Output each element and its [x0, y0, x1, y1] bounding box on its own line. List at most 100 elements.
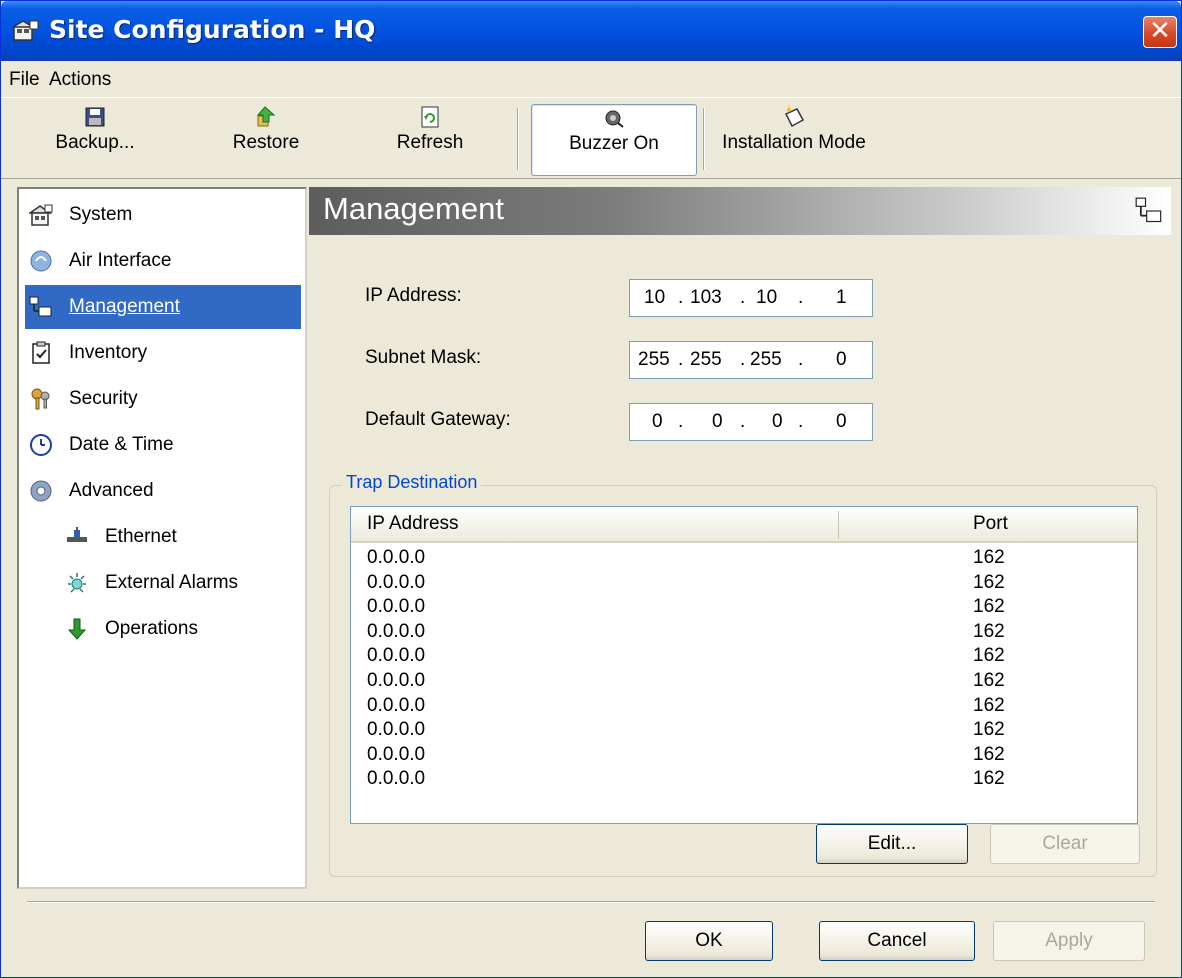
table-row[interactable]: 0.0.0.0 162 [351, 695, 1137, 720]
octet-separator: . [740, 287, 746, 308]
octet-separator: . [798, 349, 804, 370]
title-bar[interactable]: Site Configuration - HQ ✕ [1, 1, 1181, 61]
subnet-mask-label: Subnet Mask: [365, 347, 482, 368]
section-banner: Management [309, 187, 1171, 235]
floppy-disk-icon [85, 107, 105, 127]
apply-button[interactable]: Apply [993, 921, 1145, 961]
security-keys-icon [31, 388, 50, 410]
nav-label: Inventory [69, 342, 148, 363]
trap-ip-address-cell: 0.0.0.0 [367, 596, 426, 618]
octet: 255 [750, 349, 782, 370]
trap-port-cell: 162 [973, 719, 1005, 741]
octet: 10 [756, 287, 778, 308]
nav-label: Air Interface [69, 250, 172, 271]
nav-item-date-time[interactable]: Date & Time [25, 423, 301, 467]
nav-item-security[interactable]: Security [25, 377, 301, 421]
restore-arrow-icon [256, 106, 276, 127]
trap-destination-legend: Trap Destination [342, 472, 482, 493]
nav-item-operations[interactable]: Operations [25, 607, 301, 651]
installation-mode-button[interactable]: Installation Mode [713, 104, 875, 176]
restore-button[interactable]: Restore [221, 104, 311, 176]
column-divider[interactable] [838, 511, 839, 539]
trap-ip-address-cell: 0.0.0.0 [367, 719, 426, 741]
nav-item-air-interface[interactable]: Air Interface [25, 239, 301, 283]
trap-ip-address-cell: 0.0.0.0 [367, 547, 426, 568]
management-icon [1135, 197, 1162, 223]
trap-port-cell: 162 [973, 620, 1005, 642]
site-configuration-window: Site Configuration - HQ ✕ File Actions B… [0, 0, 1182, 978]
octet: 255 [690, 349, 722, 370]
table-row[interactable]: 0.0.0.0 162 [351, 572, 1137, 597]
nav-item-inventory[interactable]: Inventory [25, 331, 301, 375]
octet-separator: . [740, 411, 746, 432]
alarm-icon [68, 573, 86, 593]
system-icon [29, 204, 53, 226]
nav-item-ethernet[interactable]: Ethernet [25, 515, 301, 559]
octet: 0 [712, 411, 723, 432]
trap-ip-address-cell: 0.0.0.0 [367, 768, 426, 790]
table-row[interactable]: 0.0.0.0 162 [351, 596, 1137, 621]
trap-port-cell: 162 [973, 645, 1005, 667]
nav-label: Security [69, 388, 138, 409]
close-button[interactable]: ✕ [1143, 16, 1177, 48]
table-row[interactable]: 0.0.0.0 162 [351, 670, 1137, 695]
installation-icon [784, 106, 805, 128]
trap-port-cell: 162 [973, 670, 1005, 691]
table-row[interactable]: 0.0.0.0 162 [351, 621, 1137, 646]
trap-ip-address-cell: 0.0.0.0 [367, 571, 426, 593]
table-row[interactable]: 0.0.0.0 162 [351, 768, 1137, 793]
installation-label: Installation Mode [722, 132, 866, 153]
table-row[interactable]: 0.0.0.0 162 [351, 719, 1137, 744]
trap-ip-address-cell: 0.0.0.0 [367, 694, 426, 716]
trap-port-cell: 162 [973, 547, 1005, 568]
list-header: IP Address Port [351, 507, 1137, 543]
trap-port-cell: 162 [973, 596, 1005, 618]
octet: 0 [836, 411, 847, 432]
ethernet-icon [67, 527, 87, 542]
nav-label: Management [69, 296, 180, 317]
ok-button[interactable]: OK [645, 921, 773, 961]
trap-port-cell: 162 [973, 571, 1005, 593]
buzzer-icon [605, 110, 624, 128]
clear-button[interactable]: Clear [990, 824, 1140, 864]
edit-button[interactable]: Edit... [816, 824, 968, 864]
octet: 103 [690, 287, 722, 308]
trap-port-cell: 162 [973, 743, 1005, 765]
navigation-tree: System Air Interface Management Inventor… [17, 187, 307, 889]
cancel-button[interactable]: Cancel [819, 921, 975, 961]
backup-button[interactable]: Backup... [45, 104, 145, 176]
trap-destination-list[interactable]: IP Address Port 0.0.0.0 162 0.0.0.0 162 0.0.… [350, 506, 1138, 824]
nav-item-management[interactable]: Management [25, 285, 301, 329]
octet-separator: . [678, 349, 684, 370]
trap-ip-address-cell: 0.0.0.0 [367, 670, 426, 691]
table-row[interactable]: 0.0.0.0 162 [351, 547, 1137, 572]
toolbar: Backup... Restore Refresh Buzzer On Inst… [1, 97, 1181, 179]
nav-item-system[interactable]: System [25, 193, 301, 237]
table-row[interactable]: 0.0.0.0 162 [351, 645, 1137, 670]
default-gateway-field[interactable]: 0 . 0 . 0 . 0 [629, 403, 873, 441]
restore-label: Restore [232, 132, 300, 153]
backup-label: Backup... [55, 132, 135, 153]
buzzer-on-button[interactable]: Buzzer On [531, 104, 697, 176]
refresh-icon [421, 106, 439, 128]
octet: 0 [836, 349, 847, 370]
nav-item-advanced[interactable]: Advanced [25, 469, 301, 513]
nav-label: External Alarms [105, 572, 239, 593]
table-row[interactable]: 0.0.0.0 162 [351, 744, 1137, 769]
menu-file[interactable]: File [9, 69, 40, 91]
nav-item-external-alarms[interactable]: External Alarms [25, 561, 301, 605]
trap-port-cell: 162 [973, 694, 1005, 716]
subnet-mask-field[interactable]: 255 . 255 . 255 . 0 [629, 341, 873, 379]
nav-label: Advanced [69, 480, 154, 501]
column-header-ip-address[interactable]: IP Address [367, 513, 459, 535]
octet: 0 [652, 411, 663, 432]
menu-actions[interactable]: Actions [49, 69, 111, 91]
octet-separator: . [678, 287, 684, 308]
toolbar-separator [517, 108, 519, 170]
ip-address-field[interactable]: 10 . 103 . 10 . 1 [629, 279, 873, 317]
buzzer-label: Buzzer On [569, 133, 659, 154]
column-header-port[interactable]: Port [973, 513, 1008, 535]
octet: 255 [638, 349, 670, 370]
refresh-button[interactable]: Refresh [385, 104, 475, 176]
management-panel: Management IP Address: 10 . 103 . 10 . 1… [309, 187, 1181, 889]
